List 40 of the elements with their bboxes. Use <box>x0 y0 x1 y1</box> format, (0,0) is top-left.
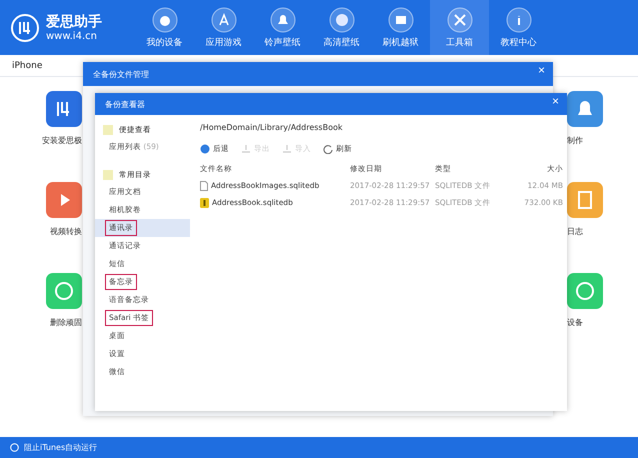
info-icon <box>506 6 532 32</box>
tool-label: 安装爱思极 <box>42 135 82 146</box>
device-tab[interactable]: iPhone <box>12 60 42 70</box>
nav-tab[interactable]: 工具箱 <box>430 0 489 55</box>
app-url: www.i4.cn <box>46 31 98 42</box>
database-file-icon <box>200 198 209 208</box>
logo-icon <box>10 12 40 42</box>
tool-icon[interactable] <box>46 273 82 309</box>
refresh-icon <box>323 144 333 154</box>
tool-label: 设备 <box>567 317 583 328</box>
tool-icon[interactable] <box>567 182 603 218</box>
status-label[interactable]: 阻止iTunes自动运行 <box>24 442 98 453</box>
nav-tab[interactable]: 刷机越狱 <box>371 0 430 55</box>
tool-label: 视频转换 <box>50 226 82 237</box>
tool-icon[interactable] <box>567 91 603 127</box>
circle-icon <box>10 443 19 452</box>
app-name: 爱思助手 <box>46 13 102 31</box>
bell-icon <box>270 6 296 32</box>
nav-tab[interactable]: 教程中心 <box>489 0 548 55</box>
folder-icon <box>103 170 113 180</box>
nav-tab[interactable]: 应用游戏 <box>194 0 253 55</box>
close-button[interactable]: × <box>552 94 559 108</box>
back-icon <box>200 144 210 154</box>
close-button[interactable]: × <box>538 63 545 77</box>
tool-label: 日志 <box>567 226 583 237</box>
tool-label: 制作 <box>567 135 583 146</box>
tool-icon[interactable] <box>567 273 603 309</box>
path-text: /HomeDomain/Library/AddressBook <box>200 122 344 134</box>
dialog-title: 备份查看器 <box>105 98 145 110</box>
file-icon <box>200 180 208 190</box>
dialog-title: 全备份文件管理 <box>93 68 149 80</box>
nav-tab[interactable]: 高清壁纸 <box>312 0 371 55</box>
nav-tab[interactable]: 我的设备 <box>135 0 194 55</box>
tool-icon[interactable] <box>46 182 82 218</box>
tool-icon[interactable] <box>46 91 82 127</box>
tool-label: 删除顽固 <box>50 317 82 328</box>
folder-icon <box>103 124 113 134</box>
export-icon <box>241 144 251 154</box>
import-icon <box>282 144 292 154</box>
nav-tab[interactable]: 铃声壁纸 <box>253 0 312 55</box>
